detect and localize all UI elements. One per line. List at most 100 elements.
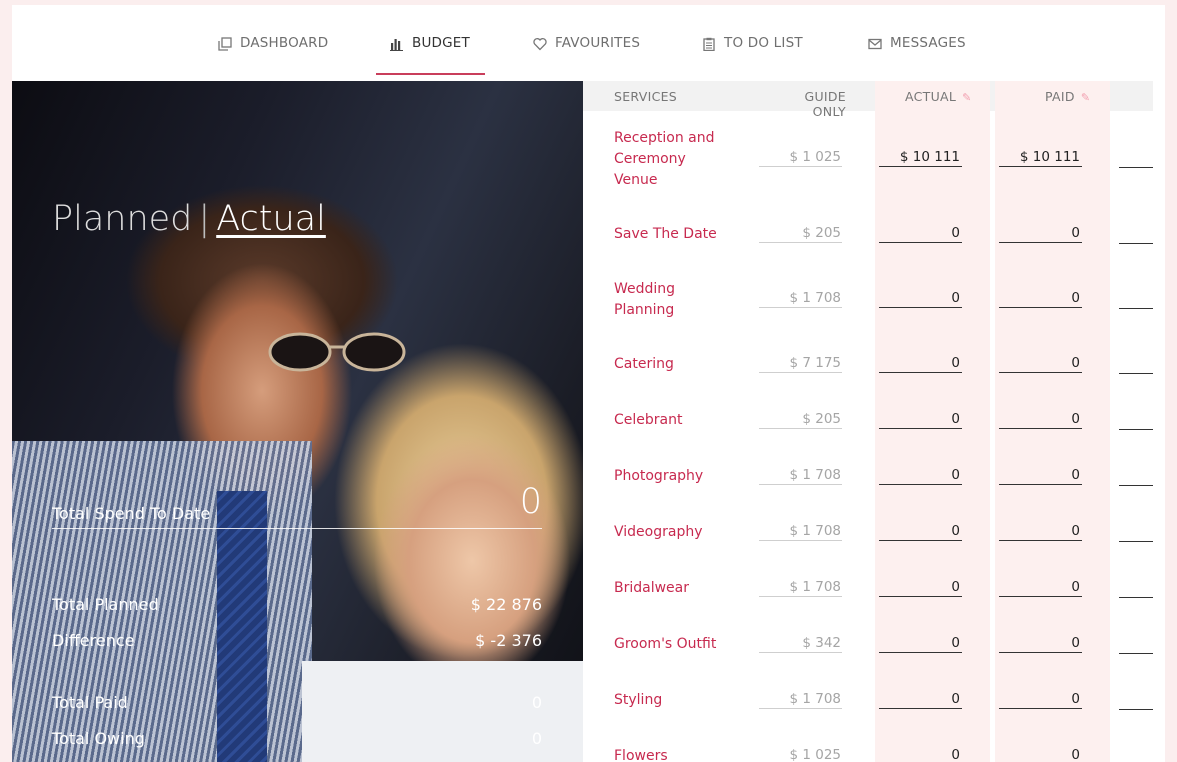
service-name: Celebrant: [614, 412, 683, 428]
mail-icon: [868, 38, 882, 50]
pencil-icon[interactable]: ✎: [1081, 91, 1091, 104]
nav-todo-label: TO DO LIST: [724, 35, 803, 51]
toggle-actual[interactable]: Actual: [216, 199, 326, 239]
guide-value: $ 1 708: [759, 467, 842, 485]
actual-input[interactable]: 0: [879, 523, 962, 541]
total-spend-label: Total Spend To Date: [52, 504, 211, 523]
nav-favourites[interactable]: FAVOURITES: [533, 35, 640, 75]
paid-input[interactable]: 0: [999, 747, 1082, 762]
header-actual: ACTUAL: [905, 89, 957, 104]
extra-input[interactable]: [1119, 411, 1153, 430]
extra-input[interactable]: [1119, 355, 1153, 374]
guide-value: $ 1 708: [759, 691, 842, 709]
extra-input[interactable]: [1119, 290, 1153, 309]
actual-input[interactable]: $ 10 111: [879, 149, 962, 167]
actual-input[interactable]: 0: [879, 579, 962, 597]
service-name: Videography: [614, 524, 703, 540]
service-name: Styling: [614, 692, 663, 708]
service-name: Groom's Outfit: [614, 636, 717, 652]
total-spend-value: 0: [519, 482, 542, 522]
paid-input[interactable]: 0: [999, 579, 1082, 597]
photo-sunglasses-shape: [268, 332, 406, 372]
actual-input[interactable]: 0: [879, 290, 962, 308]
couple-photo-panel: Planned | Actual Total Spend To Date 0 Tot…: [12, 81, 583, 762]
service-name: Flowers: [614, 748, 668, 762]
extra-input[interactable]: [1119, 747, 1153, 762]
service-name: Bridalwear: [614, 580, 690, 596]
copy-icon: [218, 37, 232, 51]
total-planned-row: Total Planned $ 22 876: [52, 595, 542, 615]
paid-input[interactable]: 0: [999, 290, 1082, 308]
budget-table: SERVICES GUIDE ONLY ACTUAL ✎ PAID ✎ Recept…: [583, 81, 1153, 762]
total-paid-label: Total Paid: [52, 693, 128, 712]
paid-input[interactable]: 0: [999, 411, 1082, 429]
header-services: SERVICES: [614, 89, 678, 104]
total-planned-label: Total Planned: [52, 595, 159, 614]
nav-messages[interactable]: MESSAGES: [868, 35, 966, 75]
total-planned-value: $ 22 876: [470, 595, 542, 614]
actual-input[interactable]: 0: [879, 411, 962, 429]
service-name: Wedding Planning: [614, 281, 676, 318]
nav-budget[interactable]: BUDGET: [376, 35, 485, 75]
actual-input[interactable]: 0: [879, 355, 962, 373]
difference-row: Difference $ -2 376: [52, 631, 542, 651]
actual-input[interactable]: 0: [879, 635, 962, 653]
actual-input[interactable]: 0: [879, 225, 962, 243]
header-paid: PAID: [1045, 89, 1075, 104]
heart-icon: [533, 38, 547, 51]
paid-input[interactable]: 0: [999, 691, 1082, 709]
guide-value: $ 1 025: [759, 747, 842, 762]
guide-value: $ 7 175: [759, 355, 842, 373]
total-owing-label: Total Owing: [52, 729, 145, 748]
actual-input[interactable]: 0: [879, 747, 962, 762]
planned-actual-toggle: Planned | Actual: [52, 199, 326, 239]
total-owing-row: Total Owing 0: [52, 729, 542, 749]
extra-input[interactable]: [1119, 467, 1153, 486]
service-name: Photography: [614, 468, 704, 484]
extra-input[interactable]: [1119, 225, 1153, 244]
nav-messages-label: MESSAGES: [890, 35, 966, 51]
top-nav: DASHBOARD BUDGET FAVOURITES TO DO LIST M…: [12, 5, 1165, 81]
extra-input[interactable]: [1119, 691, 1153, 710]
total-spend-row: Total Spend To Date 0: [52, 481, 542, 529]
nav-dashboard[interactable]: DASHBOARD: [218, 35, 328, 75]
total-owing-value: 0: [531, 729, 542, 748]
toggle-planned[interactable]: Planned: [52, 199, 192, 239]
pencil-icon[interactable]: ✎: [962, 91, 972, 104]
guide-value: $ 1 708: [759, 290, 842, 308]
difference-label: Difference: [52, 631, 135, 650]
guide-value: $ 205: [759, 225, 842, 243]
guide-value: $ 205: [759, 411, 842, 429]
extra-input[interactable]: [1119, 635, 1153, 654]
paid-input[interactable]: 0: [999, 523, 1082, 541]
header-paid-wrap: PAID ✎: [1045, 89, 1090, 104]
service-name: Catering: [614, 356, 674, 372]
paid-input[interactable]: 0: [999, 635, 1082, 653]
photo-tie-shape: [217, 491, 267, 762]
total-paid-row: Total Paid 0: [52, 693, 542, 713]
service-name: Save The Date: [614, 226, 717, 242]
paid-input[interactable]: 0: [999, 355, 1082, 373]
toggle-separator: |: [198, 199, 211, 239]
extra-input[interactable]: [1119, 579, 1153, 598]
paid-input[interactable]: 0: [999, 225, 1082, 243]
nav-favourites-label: FAVOURITES: [555, 35, 641, 51]
paid-input[interactable]: $ 10 111: [999, 149, 1082, 167]
nav-budget-label: BUDGET: [412, 35, 470, 51]
extra-input[interactable]: [1119, 523, 1153, 542]
actual-input[interactable]: 0: [879, 691, 962, 709]
guide-value: $ 1 708: [759, 579, 842, 597]
nav-dashboard-label: DASHBOARD: [240, 35, 329, 51]
nav-todo[interactable]: TO DO LIST: [702, 35, 803, 75]
guide-value: $ 1 708: [759, 523, 842, 541]
extra-input[interactable]: [1119, 149, 1153, 168]
clipboard-icon: [703, 37, 715, 51]
guide-value: $ 342: [759, 635, 842, 653]
total-paid-value: 0: [531, 693, 542, 712]
service-name: Reception and Ceremony Venue: [614, 130, 715, 188]
difference-value: $ -2 376: [475, 631, 542, 650]
actual-input[interactable]: 0: [879, 467, 962, 485]
guide-value: $ 1 025: [759, 149, 842, 167]
paid-input[interactable]: 0: [999, 467, 1082, 485]
bar-chart-icon: [390, 39, 403, 51]
